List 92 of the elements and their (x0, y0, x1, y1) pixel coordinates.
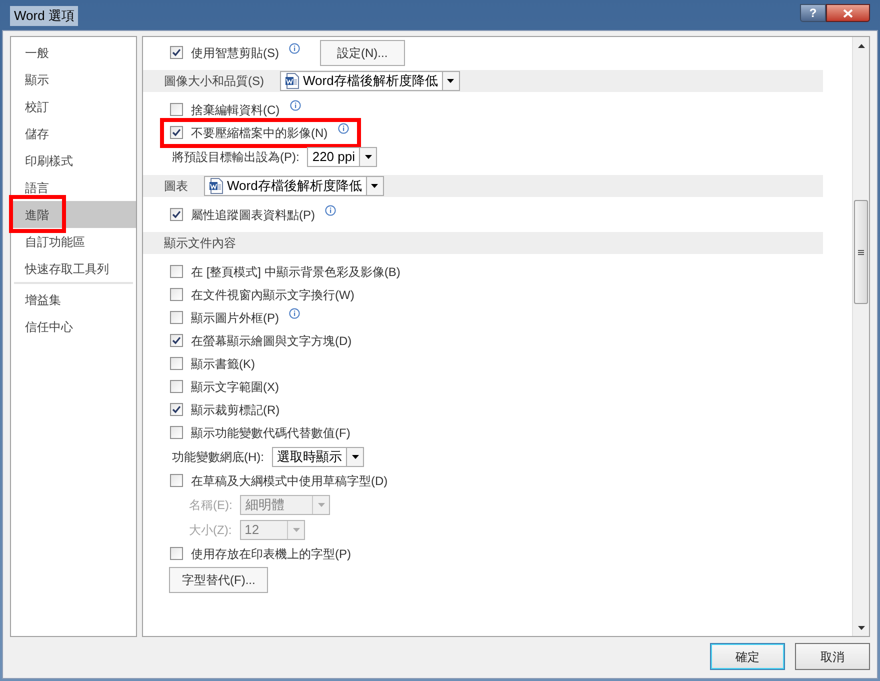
dropdown-value: 220 ppi (312, 148, 355, 166)
checkbox[interactable] (170, 311, 183, 324)
sidebar-label: 信任中心 (25, 318, 73, 336)
info-icon (290, 100, 301, 111)
sidebar-label: 自訂功能區 (25, 234, 85, 250)
sidebar-item[interactable]: 儲存 (11, 120, 136, 147)
option-label: 屬性追蹤圖表資料點(P) (191, 206, 315, 224)
option-label: 顯示書籤(K) (191, 356, 255, 372)
sidebar-label: 印刷樣式 (25, 152, 73, 170)
grip-icon (858, 250, 864, 254)
dropdown-value: 細明體 (245, 496, 284, 514)
checkbox[interactable] (170, 474, 183, 487)
close-button[interactable] (826, 4, 870, 22)
dropdown-arrow-icon (364, 154, 372, 158)
sidebar-item[interactable]: 語言 (11, 174, 136, 201)
option-label: 捨棄編輯資料(C) (191, 102, 280, 118)
field-label: 功能變數網底(H): (172, 448, 264, 466)
dropdown-arrow-icon (352, 454, 358, 458)
window-title: Word 選項 (10, 6, 78, 26)
option-label: 使用存放在印表機上的字型(P) (191, 546, 351, 562)
sidebar-item[interactable]: 增益集 (11, 286, 136, 313)
sidebar-label: 語言 (25, 180, 49, 196)
ok-button[interactable]: 確定 (710, 643, 785, 670)
field-label: 大小(Z): (189, 522, 232, 538)
dropdown-arrow-icon (371, 184, 378, 188)
scrollbar-thumb[interactable] (854, 200, 868, 304)
checkbox[interactable] (170, 208, 183, 221)
checkbox[interactable] (170, 426, 183, 439)
option-label: 在 [整頁模式] 中顯示背景色彩及影像(B) (191, 264, 400, 280)
section-title: 圖像大小和品質(S) (164, 73, 264, 90)
section-title: 顯示文件內容 (164, 235, 236, 252)
checkbox[interactable] (170, 288, 183, 301)
dropdown-value: 12 (244, 520, 260, 539)
document-icon (209, 178, 223, 194)
sidebar-item[interactable]: 快速存取工具列 (11, 255, 136, 282)
sidebar-item[interactable]: 校訂 (11, 93, 136, 120)
checkbox[interactable] (170, 547, 183, 560)
option-label: 不要壓縮檔案中的影像(N) (191, 124, 328, 142)
checkbox[interactable] (170, 334, 183, 347)
scroll-down-icon[interactable] (858, 626, 864, 630)
checkbox[interactable] (170, 380, 183, 393)
checkbox[interactable] (170, 46, 183, 59)
info-icon (289, 43, 300, 54)
sidebar-item[interactable]: 進階 (11, 201, 136, 228)
sidebar-label: 顯示 (25, 72, 49, 88)
sidebar-item[interactable]: 自訂功能區 (11, 228, 136, 255)
checkbox[interactable] (170, 103, 183, 116)
settings-button[interactable]: 設定(N)... (320, 40, 405, 66)
sidebar-item[interactable]: 信任中心 (11, 313, 136, 340)
dropdown-value: Word存檔後解析度降低 (303, 72, 438, 90)
dropdown[interactable]: 220 ppi (307, 146, 377, 166)
info-icon (338, 123, 349, 134)
field-label: 將預設目標輸出設為(P): (172, 148, 300, 166)
dropdown[interactable]: Word存檔後解析度降低 (204, 176, 384, 196)
sidebar-item[interactable]: 一般 (11, 39, 136, 66)
dropdown-arrow-icon (318, 502, 325, 506)
document-icon (285, 73, 299, 89)
scrollbar[interactable] (852, 37, 869, 636)
option-label: 顯示裁剪標記(R) (191, 402, 280, 418)
option-label: 顯示文字範圍(X) (191, 378, 279, 396)
sidebar-label: 進階 (25, 206, 49, 224)
sidebar-item[interactable]: 顯示 (11, 66, 136, 93)
scroll-up-icon[interactable] (858, 44, 864, 48)
sidebar-label: 快速存取工具列 (25, 260, 109, 278)
option-label: 在螢幕顯示繪圖與文字方塊(D) (191, 332, 352, 350)
dropdown-arrow-icon (292, 528, 300, 532)
font-substitution-button[interactable]: 字型替代(F)... (169, 567, 268, 593)
option-label: 在草稿及大綱模式中使用草稿字型(D) (191, 472, 388, 490)
checkbox[interactable] (170, 357, 183, 370)
option-label: 顯示功能變數代碼代替數值(F) (191, 424, 350, 442)
field-label: 名稱(E): (189, 496, 232, 514)
option-label: 使用智慧剪貼(S) (191, 44, 279, 62)
cancel-button[interactable]: 取消 (795, 643, 870, 670)
close-icon (843, 8, 853, 18)
dropdown-value: Word存檔後解析度降低 (227, 177, 362, 196)
dropdown-arrow-icon (447, 79, 454, 83)
checkbox[interactable] (170, 265, 183, 278)
section-title: 圖表 (164, 178, 188, 195)
checkbox[interactable] (170, 126, 183, 139)
dropdown-value: 選取時顯示 (277, 448, 342, 466)
sidebar-label: 儲存 (25, 126, 49, 142)
sidebar-label: 校訂 (25, 98, 49, 116)
option-label: 顯示圖片外框(P) (191, 310, 279, 326)
sidebar-label: 增益集 (25, 292, 61, 308)
dropdown[interactable]: Word存檔後解析度降低 (280, 71, 460, 91)
sidebar-item[interactable]: 印刷樣式 (11, 147, 136, 174)
info-icon (289, 308, 300, 319)
info-icon (325, 205, 336, 216)
sidebar-label: 一般 (25, 44, 49, 62)
option-label: 在文件視窗內顯示文字換行(W) (191, 286, 354, 304)
checkbox[interactable] (170, 403, 183, 416)
dropdown[interactable]: 選取時顯示 (272, 446, 364, 466)
